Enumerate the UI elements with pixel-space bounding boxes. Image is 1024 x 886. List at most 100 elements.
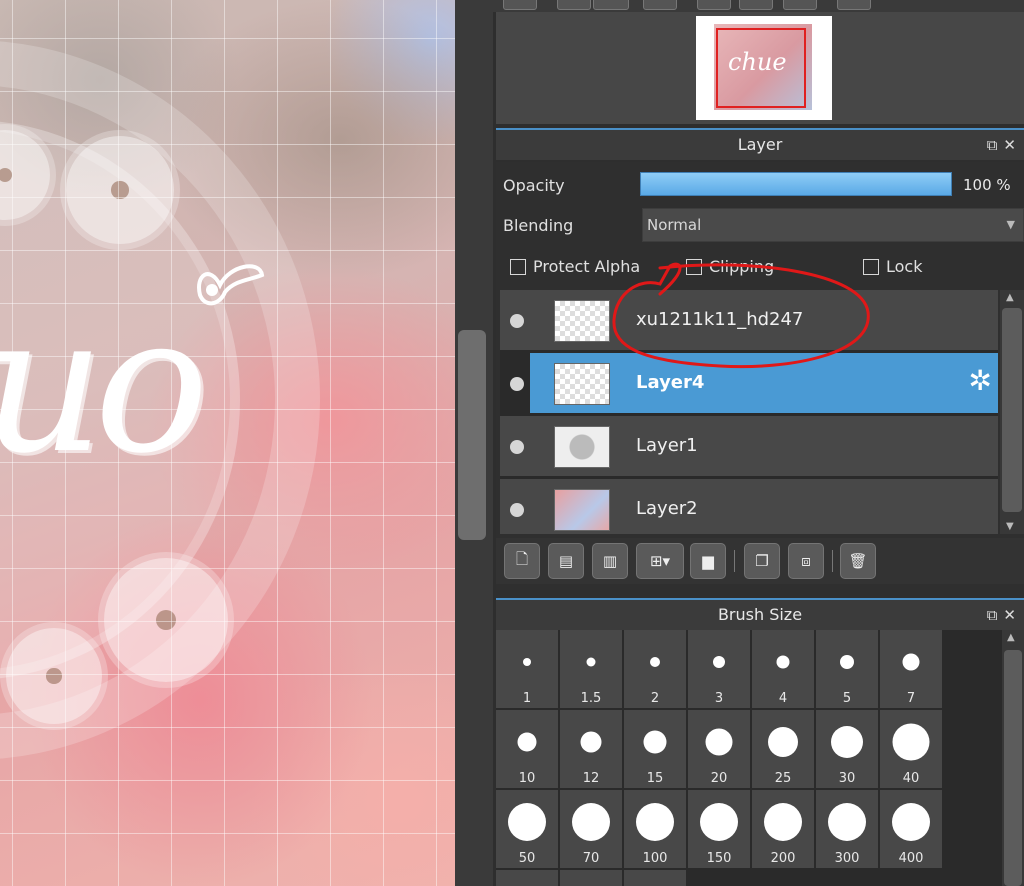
brush-size-cell[interactable]: 5: [816, 630, 878, 708]
checkbox-box[interactable]: [863, 258, 879, 275]
protect-alpha-checkbox[interactable]: Protect Alpha: [510, 257, 640, 276]
brush-size-cell[interactable]: 40: [880, 710, 942, 788]
brush-size-cell[interactable]: 4: [752, 630, 814, 708]
brush-size-cell[interactable]: 3: [688, 630, 750, 708]
lock-checkbox[interactable]: Lock: [863, 257, 922, 276]
brush-preview-dot: [508, 803, 546, 841]
brush-preview-dot: [892, 723, 930, 761]
brush-size-label: 40: [902, 771, 920, 786]
navigator-tool-button[interactable]: [739, 0, 773, 10]
brush-preview-dot: [700, 803, 738, 841]
visibility-icon[interactable]: [510, 314, 524, 328]
brush-size-cell[interactable]: 7: [880, 630, 942, 708]
brush-size-cell[interactable]: 12: [560, 710, 622, 788]
navigator-tool-button[interactable]: [783, 0, 817, 10]
navigator-tool-button[interactable]: [697, 0, 731, 10]
navigator-thumbnail[interactable]: chue: [696, 16, 832, 120]
layer-row[interactable]: Layer1: [500, 416, 998, 478]
brush-preview-dot: [831, 726, 863, 758]
brush-preview-dot: [840, 655, 854, 669]
brush-size-cell[interactable]: 15: [624, 710, 686, 788]
visibility-icon[interactable]: [510, 377, 524, 391]
brush-preview-dot: [705, 728, 733, 756]
navigator-tool-button[interactable]: [557, 0, 591, 10]
brush-size-cell[interactable]: [560, 870, 622, 886]
canvas-scrollbar-thumb[interactable]: [458, 330, 486, 540]
navigator-tool-button[interactable]: [593, 0, 629, 10]
chevron-down-icon: ▼: [1006, 218, 1015, 231]
new-8bit-layer-icon[interactable]: ▤: [548, 543, 584, 579]
scroll-down-icon[interactable]: ▼: [1006, 521, 1014, 532]
new-1bit-layer-icon[interactable]: ▥: [592, 543, 628, 579]
brush-size-cell[interactable]: 70: [560, 790, 622, 868]
close-icon[interactable]: ✕: [1003, 606, 1022, 624]
folder-icon[interactable]: ▆: [690, 543, 726, 579]
brush-scroll-thumb[interactable]: [1004, 650, 1022, 886]
new-layer-icon[interactable]: 🗋: [504, 543, 540, 579]
clipping-checkbox[interactable]: Clipping: [686, 257, 774, 276]
popout-icon[interactable]: ⧉: [987, 606, 1004, 624]
brush-preview-dot: [572, 803, 610, 841]
brush-size-label: 1.5: [580, 691, 602, 706]
brush-size-label: 5: [842, 691, 852, 706]
brush-size-cell[interactable]: 1.5: [560, 630, 622, 708]
layer-row-selected[interactable]: Layer4 ✲: [510, 353, 998, 415]
brush-preview-dot: [650, 657, 660, 667]
brush-size-cell[interactable]: 25: [752, 710, 814, 788]
brush-size-label: 1: [522, 691, 532, 706]
visibility-icon[interactable]: [510, 440, 524, 454]
navigator-viewport-frame[interactable]: [716, 28, 806, 108]
navigator-toolbar: [493, 0, 1024, 12]
panel-header-controls: ⧉✕: [987, 130, 1022, 160]
scroll-up-icon[interactable]: ▲: [1007, 632, 1015, 643]
brush-size-cell[interactable]: 20: [688, 710, 750, 788]
layer-row[interactable]: Layer2: [500, 479, 998, 534]
navigator-tool-button[interactable]: [643, 0, 677, 10]
merge-layer-icon[interactable]: ⧈: [788, 543, 824, 579]
add-layer-menu-icon[interactable]: ⊞▾: [636, 543, 684, 579]
navigator-tool-button[interactable]: [837, 0, 871, 10]
layer-list-scrollbar[interactable]: ▲ ▼: [1000, 290, 1024, 534]
blending-mode-value: Normal: [647, 216, 702, 234]
brush-size-scrollbar[interactable]: ▲: [1002, 630, 1024, 886]
brush-size-cell[interactable]: 50: [496, 790, 558, 868]
layer-row[interactable]: xu1211k11_hd247: [500, 290, 998, 352]
popout-icon[interactable]: ⧉: [987, 136, 1004, 154]
toolbar-separator: [832, 550, 833, 572]
brush-size-label: 400: [898, 851, 924, 866]
checkbox-box[interactable]: [686, 258, 702, 275]
checkbox-box[interactable]: [510, 258, 526, 275]
brush-size-label: 70: [582, 851, 600, 866]
brush-size-cell[interactable]: 300: [816, 790, 878, 868]
brush-preview-dot: [764, 803, 802, 841]
scroll-up-icon[interactable]: ▲: [1006, 292, 1014, 303]
protect-alpha-label: Protect Alpha: [533, 257, 641, 276]
brush-size-label: 2: [650, 691, 660, 706]
brush-size-label: 300: [834, 851, 860, 866]
brush-size-cell[interactable]: 200: [752, 790, 814, 868]
brush-size-cell[interactable]: 100: [624, 790, 686, 868]
brush-size-label: 12: [582, 771, 600, 786]
trash-icon[interactable]: 🗑: [840, 543, 876, 579]
close-icon[interactable]: ✕: [1003, 136, 1022, 154]
layer-list-scroll-thumb[interactable]: [1002, 308, 1022, 512]
layer-thumbnail: [554, 489, 610, 531]
navigator-tool-button[interactable]: [503, 0, 537, 10]
brush-size-cell[interactable]: 400: [880, 790, 942, 868]
opacity-slider[interactable]: [640, 172, 952, 196]
clipping-label: Clipping: [709, 257, 775, 276]
brush-size-cell[interactable]: [624, 870, 686, 886]
brush-size-cell[interactable]: 10: [496, 710, 558, 788]
duplicate-layer-icon[interactable]: ❐: [744, 543, 780, 579]
brush-size-cell[interactable]: 2: [624, 630, 686, 708]
brush-size-cell[interactable]: 1: [496, 630, 558, 708]
blending-mode-select[interactable]: Normal ▼: [642, 208, 1024, 242]
drawing-canvas[interactable]: uo: [0, 0, 455, 886]
brush-size-label: 15: [646, 771, 664, 786]
brush-size-cell[interactable]: [496, 870, 558, 886]
brush-size-cell[interactable]: 30: [816, 710, 878, 788]
brush-size-cell[interactable]: 150: [688, 790, 750, 868]
visibility-icon[interactable]: [510, 503, 524, 517]
blending-label: Blending: [503, 216, 574, 235]
gear-icon[interactable]: ✲: [969, 367, 992, 395]
